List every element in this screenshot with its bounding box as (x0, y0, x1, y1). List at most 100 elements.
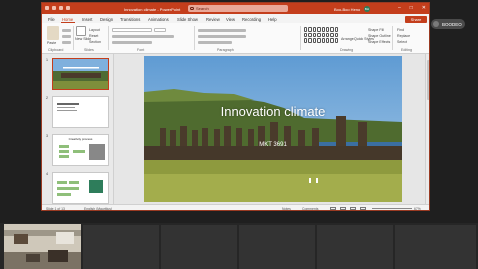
slide-counter: Slide 1 of 13 (46, 206, 65, 211)
participant-tile[interactable] (395, 225, 476, 269)
tab-insert[interactable]: Insert (82, 17, 92, 22)
user-name[interactable]: Boo-Boo Heno (334, 7, 360, 12)
group-divider (300, 26, 301, 50)
webcam-image (4, 224, 81, 269)
powerpoint-window: Innovation climate - PowerPoint Search B… (41, 2, 430, 211)
shape-outline-button[interactable]: Shape Outline (368, 34, 391, 38)
font-name-field[interactable] (112, 28, 152, 32)
font-size-field[interactable] (154, 28, 166, 32)
font-format-buttons[interactable] (112, 35, 174, 38)
tab-view[interactable]: View (226, 17, 235, 22)
tab-help[interactable]: Help (268, 17, 277, 22)
notes-button[interactable]: Notes (282, 207, 291, 210)
tab-animations[interactable]: Animations (148, 17, 169, 22)
new-slide-icon[interactable] (76, 26, 86, 36)
group-label-editing: Editing (401, 48, 412, 52)
quick-access-toolbar (45, 6, 70, 10)
save-icon[interactable] (52, 6, 56, 10)
slide-thumbnail-1[interactable] (52, 58, 109, 90)
slide-thumbnail-3[interactable]: Creativity process (52, 134, 109, 166)
maximize-button[interactable]: □ (410, 5, 413, 11)
paste-icon[interactable] (47, 26, 59, 40)
camera-feed[interactable] (4, 224, 81, 269)
search-input[interactable]: Search (188, 5, 288, 12)
participant-tile[interactable] (239, 225, 315, 269)
close-button[interactable]: ✕ (422, 5, 426, 11)
document-title: Innovation climate - PowerPoint (124, 6, 181, 12)
thumbnail-photo (53, 59, 108, 89)
slide-title[interactable]: Innovation climate (144, 104, 402, 119)
slide-sorter-icon[interactable] (340, 206, 346, 210)
ribbon: Paste Clipboard New Slide Layout Reset S… (42, 23, 429, 54)
font-color-buttons[interactable] (112, 41, 152, 44)
tab-slide-show[interactable]: Slide Show (177, 17, 198, 22)
window-controls: – □ ✕ (398, 5, 426, 11)
paragraph-options[interactable] (198, 41, 232, 44)
select-button[interactable]: Select (397, 40, 407, 44)
slide-thumbnails-pane: 1 2 3 Creativity process 4 (42, 54, 114, 204)
tab-file[interactable]: File (48, 17, 55, 22)
replace-button[interactable]: Replace (397, 34, 410, 38)
slide-thumbnail-4[interactable] (52, 172, 109, 204)
slideshow-icon[interactable] (360, 206, 366, 210)
slide-thumbnail-2[interactable] (52, 96, 109, 128)
vertical-scrollbar[interactable] (425, 54, 429, 204)
status-bar: Slide 1 of 13 English (Mauritius) Notes … (42, 204, 429, 211)
title-bar: Innovation climate - PowerPoint Search B… (42, 3, 429, 14)
alignment-buttons[interactable] (198, 35, 246, 38)
slide-number: 3 (46, 134, 48, 138)
scrollbar-thumb[interactable] (427, 60, 429, 100)
group-label-clipboard: Clipboard (48, 48, 64, 52)
find-button[interactable]: Find (397, 28, 404, 32)
slide-background-photo (144, 56, 402, 202)
shape-effects-button[interactable]: Shape Effects (368, 40, 390, 44)
group-label-font: Font (137, 48, 145, 52)
shapes-gallery[interactable] (304, 27, 338, 43)
participant-tile[interactable] (83, 225, 159, 269)
tab-review[interactable]: Review (206, 17, 220, 22)
boodeo-overlay[interactable]: BOODEO (431, 19, 465, 29)
copy-icon[interactable] (62, 35, 71, 38)
layout-button[interactable]: Layout (89, 28, 100, 32)
tab-design[interactable]: Design (100, 17, 113, 22)
tab-transitions[interactable]: Transitions (120, 17, 140, 22)
format-painter-icon[interactable] (62, 41, 71, 44)
cursor-icon (433, 21, 439, 27)
section-button[interactable]: Section (89, 40, 101, 44)
group-label-slides: Slides (84, 48, 94, 52)
slide-number: 4 (46, 172, 48, 176)
participant-tile[interactable] (317, 225, 393, 269)
autosave-icon[interactable] (45, 6, 49, 10)
slide-editor: Innovation climate MKT 3691 (114, 54, 426, 204)
tab-recording[interactable]: Recording (242, 17, 261, 22)
group-divider (108, 26, 109, 50)
minimize-button[interactable]: – (398, 5, 401, 11)
normal-view-icon[interactable] (330, 206, 336, 210)
reset-button[interactable]: Reset (89, 34, 98, 38)
undo-icon[interactable] (59, 6, 63, 10)
list-buttons[interactable] (198, 29, 246, 32)
boodeo-label: BOODEO (442, 21, 462, 27)
search-placeholder: Search (196, 6, 209, 12)
arrange-button[interactable]: Arrange (341, 37, 354, 41)
zoom-level[interactable]: 67% (414, 207, 421, 210)
group-divider (73, 26, 74, 50)
avatar[interactable]: BH (364, 5, 370, 12)
redo-icon[interactable] (66, 6, 70, 10)
cut-icon[interactable] (62, 29, 71, 32)
slide-number: 1 (46, 58, 48, 62)
group-divider (194, 26, 195, 50)
ribbon-tabs: File Home Insert Design Transitions Anim… (42, 14, 429, 23)
current-slide[interactable]: Innovation climate MKT 3691 (144, 56, 402, 202)
share-button[interactable]: Share (405, 15, 427, 23)
slide-subtitle[interactable]: MKT 3691 (144, 142, 402, 148)
group-label-drawing: Drawing (340, 48, 354, 52)
shape-fill-button[interactable]: Shape Fill (368, 28, 384, 32)
zoom-slider[interactable] (372, 208, 412, 209)
comments-button[interactable]: Comments (302, 207, 318, 210)
group-divider (392, 26, 393, 50)
reading-view-icon[interactable] (350, 206, 356, 210)
language-indicator[interactable]: English (Mauritius) (84, 207, 112, 210)
paste-button-label: Paste (47, 41, 57, 45)
participant-tile[interactable] (161, 225, 237, 269)
